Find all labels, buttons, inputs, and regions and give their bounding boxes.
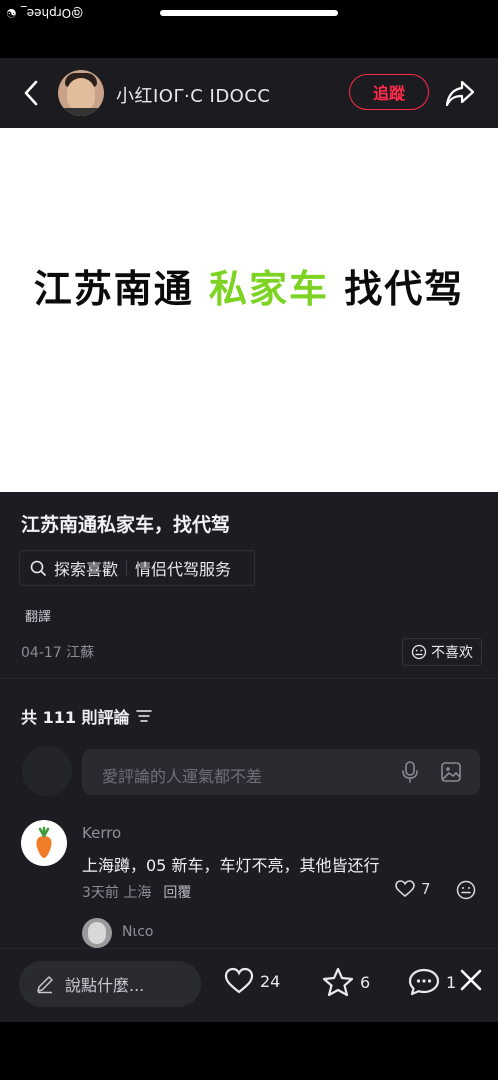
tag-separator	[126, 560, 128, 576]
banner-text: 江苏南通 私家车 找代驾	[0, 258, 498, 313]
author-name[interactable]: 小红ΙΟΓ·Ϲ ΙDΟϹϹ	[116, 82, 271, 108]
watermark: @Orphee_ ☯	[6, 6, 83, 20]
tag-box[interactable]: 探索喜歡 情侣代驾服务	[19, 550, 255, 586]
post-image[interactable]: 江苏南通 私家车 找代驾	[0, 128, 498, 492]
reply-avatar[interactable]	[82, 918, 112, 948]
watermark-text: @Orphee_	[20, 6, 84, 20]
banner-text-highlight: 私家车	[208, 266, 329, 311]
banner-text-part1: 江苏南通	[33, 266, 209, 311]
search-label[interactable]: 探索喜歡	[54, 556, 118, 580]
post-meta: 04-17 江蘇	[21, 645, 95, 661]
reply-button[interactable]: 回覆	[163, 882, 191, 902]
comment-input[interactable]: 愛評論的人運氣都不差	[82, 749, 480, 795]
say-placeholder: 說點什麼...	[65, 976, 145, 995]
dislike-button[interactable]: 不喜欢	[402, 638, 482, 666]
my-avatar	[22, 746, 72, 796]
sort-icon[interactable]	[135, 709, 152, 723]
search-icon	[30, 560, 46, 576]
image-icon[interactable]	[440, 761, 462, 783]
commenter-name[interactable]: Kerro	[82, 824, 121, 842]
comment-like-count: 7	[421, 880, 431, 898]
follow-button[interactable]: 追蹤	[349, 74, 429, 110]
dislike-label: 不喜欢	[431, 645, 473, 661]
share-icon[interactable]	[444, 78, 476, 108]
heart-icon	[395, 880, 415, 898]
microphone-icon[interactable]	[400, 761, 420, 783]
pencil-icon	[37, 976, 53, 994]
comment-like-button[interactable]: 7	[395, 880, 431, 898]
reply-name[interactable]: Nιcο	[122, 924, 153, 940]
banner-text-part3: 找代驾	[329, 266, 465, 311]
close-icon[interactable]	[458, 967, 484, 993]
like-count: 24	[260, 971, 281, 991]
back-icon[interactable]	[18, 78, 46, 108]
comment-time: 3天前 上海	[82, 885, 152, 901]
carrot-icon	[36, 826, 52, 858]
comment-count-label: 共 111 則評論	[21, 708, 130, 727]
home-indicator	[160, 10, 338, 16]
status-bar: @Orphee_ ☯	[0, 0, 498, 58]
screen-bottom	[0, 1022, 498, 1080]
comment-count: 1	[446, 972, 457, 992]
topic-tag[interactable]: 情侣代驾服务	[135, 556, 231, 580]
watermark-logo-icon: ☯	[6, 6, 17, 20]
comment-text: 上海蹲，05 新车，车灯不亮，其他皆还行	[82, 856, 380, 875]
post-header: 小红ΙΟΓ·Ϲ ΙDΟϹϹ 追蹤	[0, 58, 498, 128]
commenter-avatar[interactable]	[21, 820, 67, 866]
sad-face-icon	[411, 644, 427, 660]
heart-icon	[224, 967, 254, 994]
say-something-input[interactable]: 說點什麼...	[19, 961, 201, 1007]
like-button[interactable]: 24	[224, 967, 280, 995]
comment-count-header: 共 111 則評論	[21, 704, 152, 728]
comment-input-placeholder: 愛評論的人運氣都不差	[102, 767, 263, 786]
post-content: 江苏南通私家车，找代驾 探索喜歡 情侣代驾服务 翻譯 04-17 江蘇 不喜欢 …	[0, 492, 498, 948]
emoji-react-icon[interactable]	[456, 880, 476, 900]
comment-button[interactable]: 1	[408, 967, 456, 997]
comment-bubble-icon	[408, 968, 440, 996]
post-title: 江苏南通私家车，找代驾	[21, 514, 231, 536]
section-divider	[0, 678, 498, 679]
author-avatar[interactable]	[58, 70, 104, 116]
bottom-action-bar: 說點什麼... 24 6 1	[0, 948, 498, 1022]
star-icon	[322, 967, 354, 997]
favorite-button[interactable]: 6	[322, 967, 370, 997]
translate-link[interactable]: 翻譯	[25, 606, 51, 625]
favorite-count: 6	[360, 972, 371, 992]
comment-meta: 3天前 上海 回覆	[82, 882, 191, 902]
